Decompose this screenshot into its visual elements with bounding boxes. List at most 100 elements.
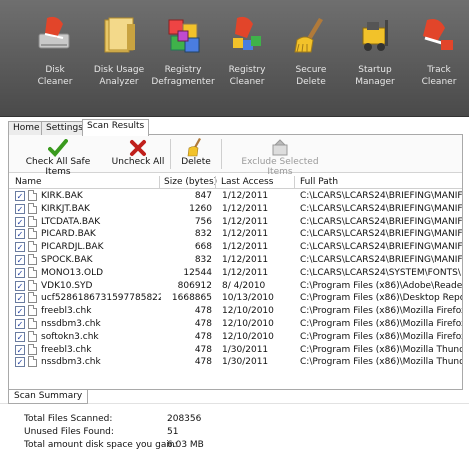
table-row[interactable]: ✓ KIRKJT.BAK 1260 1/12/2011 C:\LCARS\LCARS24… — [9, 202, 462, 216]
table-row[interactable]: ✓ SPOCK.BAK 832 1/12/2011 C:\LCARS\LCARS24\B… — [9, 253, 462, 267]
column-header-name[interactable]: Name — [15, 177, 42, 187]
file-size: 478 — [194, 306, 212, 317]
file-size: 668 — [194, 242, 212, 253]
disk-cleaner-icon — [33, 14, 77, 58]
row-checkbox[interactable]: ✓ — [15, 229, 25, 240]
table-row[interactable]: ✓ LTCDATA.BAK 756 1/12/2011 C:\LCARS\LCARS24… — [9, 215, 462, 229]
registry-defragmenter-button[interactable]: Registry Defragmenter — [150, 14, 216, 110]
table-row[interactable]: ✓ PICARD.BAK 832 1/12/2011 C:\LCARS\LCARS24\… — [9, 228, 462, 241]
file-size: 806912 — [177, 280, 212, 291]
file-size: 478 — [194, 318, 212, 329]
file-icon — [28, 330, 37, 342]
full-path: C:\LCARS\LCARS24\BRIEFING\MANIFEST\ — [300, 203, 462, 214]
track-cleaner-button[interactable]: Track Cleaner — [406, 14, 469, 110]
summary-value: 51 — [167, 427, 179, 437]
last-access: 10/13/2010 — [222, 293, 274, 304]
file-name: PICARD.BAK — [41, 229, 96, 240]
row-checkbox[interactable]: ✓ — [15, 357, 25, 368]
row-checkbox[interactable]: ✓ — [15, 318, 25, 329]
tab-settings[interactable]: Settings — [41, 121, 88, 135]
disk-usage-analyzer-icon — [97, 14, 141, 58]
table-row[interactable]: ✓ freebl3.chk 478 1/30/2011 C:\Program Files… — [9, 343, 462, 357]
full-path: C:\Program Files (x86)\Desktop Reporting… — [300, 293, 462, 304]
file-size: 12544 — [183, 267, 212, 278]
row-checkbox[interactable]: ✓ — [15, 267, 25, 278]
row-checkbox[interactable]: ✓ — [15, 191, 25, 201]
row-checkbox[interactable]: ✓ — [15, 254, 25, 265]
results-table-body: ✓ KIRK.BAK 847 1/12/2011 C:\LCARS\LCARS24\BR… — [9, 190, 462, 390]
file-name: nssdbm3.chk — [41, 357, 101, 368]
last-access: 1/30/2011 — [222, 357, 269, 368]
row-checkbox[interactable]: ✓ — [15, 280, 25, 291]
last-access: 12/10/2010 — [222, 306, 274, 317]
file-icon — [28, 253, 37, 265]
file-name: MONO13.OLD — [41, 267, 104, 278]
file-name: PICARDJL.BAK — [41, 242, 104, 253]
registry-defragmenter-icon — [161, 14, 205, 58]
full-path: C:\Program Files (x86)\Mozilla Firefox\ — [300, 331, 462, 342]
last-access: 1/12/2011 — [222, 216, 269, 227]
check-all-safe-items-button[interactable]: Check All Safe Items — [17, 137, 99, 177]
last-access: 1/12/2011 — [222, 203, 269, 214]
last-access: 12/10/2010 — [222, 318, 274, 329]
row-checkbox[interactable]: ✓ — [15, 203, 25, 214]
broom-icon — [187, 138, 201, 157]
file-name: VDK10.SYD — [41, 280, 93, 291]
secure-delete-button[interactable]: Secure Delete — [278, 14, 344, 110]
file-size: 756 — [194, 216, 212, 227]
summary-label: Total amount disk space you gain: — [24, 440, 178, 450]
file-icon — [28, 317, 37, 329]
row-checkbox[interactable]: ✓ — [15, 344, 25, 355]
row-checkbox[interactable]: ✓ — [15, 293, 25, 304]
table-row[interactable]: ✓ ucf5286186731597785822... 1668865 10/13/2… — [9, 292, 462, 305]
startup-manager-icon — [353, 14, 397, 58]
registry-cleaner-icon — [225, 14, 269, 58]
row-checkbox[interactable]: ✓ — [15, 331, 25, 342]
table-row[interactable]: ✓ softokn3.chk 478 12/10/2010 C:\Program Fil… — [9, 330, 462, 344]
secure-delete-icon — [289, 14, 333, 58]
tab-scan-summary[interactable]: Scan Summary — [8, 390, 89, 404]
column-header-full-path[interactable]: Full Path — [300, 177, 338, 187]
disk-usage-analyzer-button[interactable]: Disk Usage Analyzer — [86, 14, 152, 110]
uncheck-all-button[interactable]: Uncheck All — [111, 137, 165, 171]
file-size: 832 — [194, 229, 212, 240]
table-row[interactable]: ✓ KIRK.BAK 847 1/12/2011 C:\LCARS\LCARS24\BR… — [9, 190, 462, 203]
file-icon — [28, 279, 37, 291]
file-size: 1260 — [189, 203, 212, 214]
row-checkbox[interactable]: ✓ — [15, 216, 25, 227]
registry-cleaner-button[interactable]: Registry Cleaner — [214, 14, 280, 110]
column-header-last-access[interactable]: Last Access — [221, 177, 273, 187]
row-checkbox[interactable]: ✓ — [15, 306, 25, 317]
file-icon — [28, 215, 37, 227]
summary-row: Total Files Scanned: 208356 — [24, 414, 274, 427]
full-path: C:\LCARS\LCARS24\BRIEFING\MANIFEST\ — [300, 254, 462, 265]
file-name: LTCDATA.BAK — [41, 216, 101, 227]
file-name: ucf5286186731597785822... — [41, 293, 161, 304]
tab-scan-results[interactable]: Scan Results — [82, 119, 150, 136]
table-row[interactable]: ✓ nssdbm3.chk 478 1/30/2011 C:\Program Files… — [9, 356, 462, 369]
startup-manager-button[interactable]: Startup Manager — [342, 14, 408, 110]
full-path: C:\Program Files (x86)\Mozilla Thunderbi… — [300, 344, 462, 355]
summary-row: Total amount disk space you gain: 6.03 M… — [24, 440, 274, 453]
table-row[interactable]: ✓ freebl3.chk 478 12/10/2010 C:\Program File… — [9, 305, 462, 318]
full-path: C:\Program Files (x86)\Mozilla Firefox\ — [300, 306, 462, 317]
results-table-header: Name Size (bytes) Last Access Full Path — [9, 175, 462, 189]
table-row[interactable]: ✓ PICARDJL.BAK 668 1/12/2011 C:\LCARS\LCARS2… — [9, 241, 462, 254]
file-name: nssdbm3.chk — [41, 318, 101, 329]
row-checkbox[interactable]: ✓ — [15, 242, 25, 253]
exclude-selected-items-button[interactable]: Exclude Selected Items — [231, 137, 329, 177]
delete-button[interactable]: Delete — [179, 137, 213, 171]
file-size: 478 — [194, 357, 212, 368]
track-cleaner-icon — [417, 14, 461, 58]
file-icon — [28, 305, 37, 317]
table-row[interactable]: ✓ VDK10.SYD 806912 8/ 4/2010 C:\Program File… — [9, 279, 462, 293]
table-row[interactable]: ✓ MONO13.OLD 12544 1/12/2011 C:\LCARS\LCARS2… — [9, 266, 462, 280]
last-access: 1/12/2011 — [222, 254, 269, 265]
full-path: C:\LCARS\LCARS24\BRIEFING\MANIFEST\ — [300, 216, 462, 227]
disk-cleaner-button[interactable]: Disk Cleaner — [22, 14, 88, 110]
main-tabs: Home Settings Scan Results — [8, 119, 463, 136]
last-access: 1/30/2011 — [222, 344, 269, 355]
table-row[interactable]: ✓ nssdbm3.chk 478 12/10/2010 C:\Program File… — [9, 317, 462, 331]
column-header-size[interactable]: Size (bytes) — [164, 177, 217, 187]
tab-home[interactable]: Home — [8, 121, 45, 135]
